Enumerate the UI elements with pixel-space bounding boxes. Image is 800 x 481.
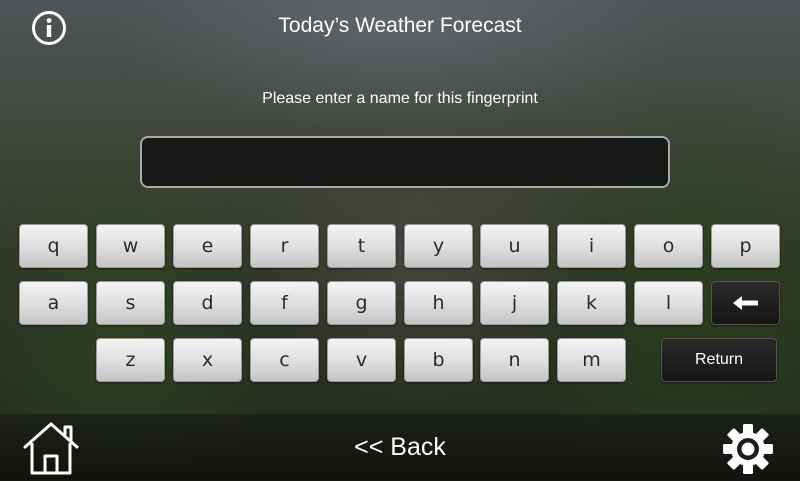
settings-button[interactable] [722,423,774,475]
key-x[interactable]: x [173,338,242,382]
return-key[interactable]: Return [661,338,777,382]
key-z[interactable]: z [96,338,165,382]
key-k[interactable]: k [557,281,626,325]
key-y[interactable]: y [404,224,473,268]
page-title: Today’s Weather Forecast [278,14,522,37]
key-q[interactable]: q [19,224,88,268]
key-n[interactable]: n [480,338,549,382]
key-m[interactable]: m [557,338,626,382]
back-button[interactable]: << Back [320,433,480,462]
key-f[interactable]: f [250,281,319,325]
key-g[interactable]: g [327,281,396,325]
home-button[interactable] [22,420,80,476]
fingerprint-name-input[interactable] [140,136,670,188]
key-i[interactable]: i [557,224,626,268]
key-h[interactable]: h [404,281,473,325]
key-d[interactable]: d [173,281,242,325]
gear-icon [723,424,773,474]
key-v[interactable]: v [327,338,396,382]
key-j[interactable]: j [480,281,549,325]
key-e[interactable]: e [173,224,242,268]
key-p[interactable]: p [711,224,780,268]
backspace-key[interactable] [711,281,780,325]
backspace-arrow-icon [732,296,758,310]
key-o[interactable]: o [634,224,703,268]
key-a[interactable]: a [19,281,88,325]
key-u[interactable]: u [480,224,549,268]
key-b[interactable]: b [404,338,473,382]
key-c[interactable]: c [250,338,319,382]
key-l[interactable]: l [634,281,703,325]
key-w[interactable]: w [96,224,165,268]
home-icon [23,422,79,475]
key-t[interactable]: t [327,224,396,268]
key-s[interactable]: s [96,281,165,325]
fingerprint-name-prompt: Please enter a name for this fingerprint [262,90,538,107]
key-r[interactable]: r [250,224,319,268]
